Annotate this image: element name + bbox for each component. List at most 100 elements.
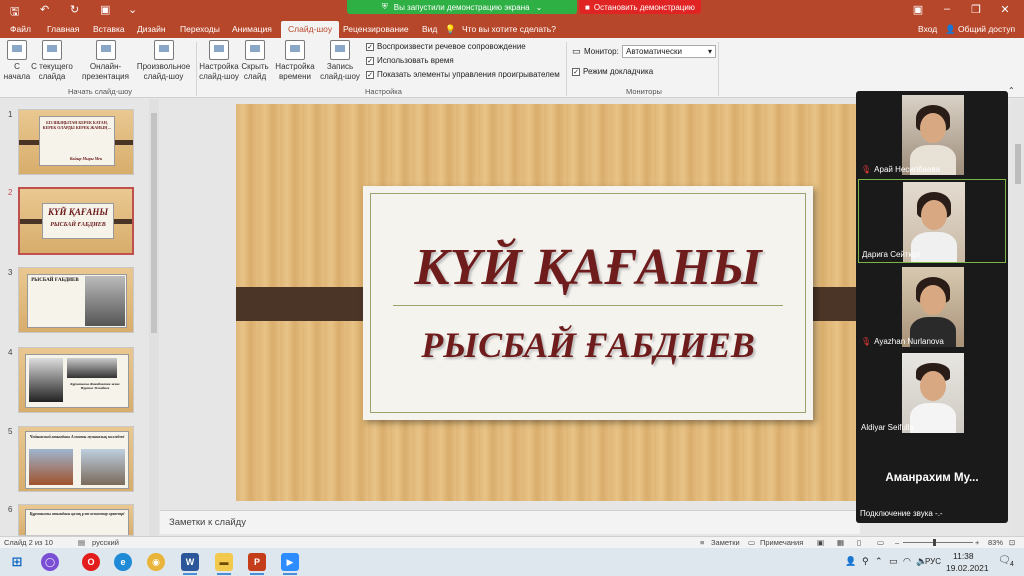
tab-slideshow[interactable]: Слайд-шоу <box>281 21 340 38</box>
chevron-down-icon[interactable]: ⌄ <box>536 3 543 12</box>
slideshow-view-icon[interactable]: ▭ <box>877 538 884 547</box>
slide-thumbnail-2[interactable]: КҮЙ ҚАҒАНЫ РЫСБАЙ ҒАБДИЕВ <box>18 187 134 255</box>
undo-icon[interactable]: ↶ <box>40 3 49 16</box>
monitor-select[interactable]: Автоматически ▾ <box>622 45 716 58</box>
tab-transitions[interactable]: Переходы <box>180 24 220 34</box>
participant-tile[interactable]: 🎙 Арай Несипбаева <box>858 93 1006 177</box>
language-indicator[interactable]: русский <box>92 538 119 547</box>
chevron-down-icon: ▾ <box>707 47 712 56</box>
record-slideshow-button[interactable]: Запись слайд-шоу <box>318 40 362 82</box>
file-explorer-icon[interactable]: ▬ <box>215 553 233 575</box>
custom-slideshow-button[interactable]: Произвольное слайд-шоу <box>135 40 192 82</box>
customize-toolbar-icon[interactable]: ⌄ <box>128 3 137 16</box>
tell-me-input[interactable]: Что вы хотите сделать? <box>462 24 556 34</box>
tab-insert[interactable]: Вставка <box>93 24 125 34</box>
slide-subtitle[interactable]: РЫСБАЙ ҒАБДИЕВ <box>363 324 813 366</box>
play-narration-checkbox[interactable]: ✓ Воспроизвести речевое сопровождение <box>366 42 526 51</box>
thumb-number: 5 <box>8 427 13 436</box>
windows-start-icon[interactable]: ⊞ <box>8 553 26 571</box>
cortana-icon[interactable]: ◯ <box>41 553 59 571</box>
tab-review[interactable]: Рецензирование <box>343 24 409 34</box>
participant-tile[interactable]: 🎙 Ayazhan Nurlanova <box>858 265 1006 349</box>
normal-view-icon[interactable]: ▣ <box>817 538 824 547</box>
word-icon[interactable]: W <box>181 553 199 575</box>
tab-home[interactable]: Главная <box>47 24 79 34</box>
scroll-thumb[interactable] <box>1015 144 1021 184</box>
slide-canvas[interactable]: КҮЙ ҚАҒАНЫ РЫСБАЙ ҒАБДИЕВ <box>236 104 866 501</box>
tab-design[interactable]: Дизайн <box>137 24 166 34</box>
tray-expand-icon[interactable]: ⌃ <box>875 556 883 567</box>
network-icon[interactable]: ◠ <box>903 556 911 567</box>
redo-icon[interactable]: ↻ <box>70 3 79 16</box>
presenter-view-checkbox[interactable]: ✓ Режим докладчика <box>572 67 653 76</box>
slide-thumbnail-5[interactable]: Чайковский атындағы Алматы музыкалық кол… <box>18 426 134 492</box>
online-present-button[interactable]: Онлайн-презентация <box>78 40 133 82</box>
notes-pane[interactable]: Заметки к слайду <box>160 510 860 534</box>
close-button[interactable]: ✕ <box>990 3 1020 16</box>
input-language[interactable]: РУС <box>925 557 941 566</box>
timer-icon <box>285 40 305 60</box>
lightbulb-icon: 💡 <box>445 24 456 34</box>
opera-icon[interactable]: O <box>82 553 100 571</box>
notification-count: 4 <box>1010 561 1014 568</box>
people-icon[interactable]: 👤 <box>845 556 856 567</box>
zoom-in-icon[interactable]: + <box>975 538 979 547</box>
clock-time[interactable]: 11:38 <box>953 551 974 561</box>
rehearse-timings-button[interactable]: Настройка времени <box>273 40 317 82</box>
stop-share-button[interactable]: ■ Остановить демонстрацию <box>579 0 701 14</box>
clock-date[interactable]: 19.02.2021 <box>946 563 989 573</box>
reading-view-icon[interactable]: ▯ <box>857 538 861 547</box>
slide-thumbnail-4[interactable]: Құрманғазы Жиенбаевпен және Нұрғиса Тіле… <box>18 347 134 413</box>
slide-title[interactable]: КҮЙ ҚАҒАНЫ <box>363 238 813 297</box>
share-button[interactable]: Общий доступ <box>958 24 1015 34</box>
zoom-out-icon[interactable]: – <box>895 538 899 547</box>
from-beginning-button[interactable]: С начала <box>3 40 31 82</box>
setup-slideshow-button[interactable]: Настройка слайд-шоу <box>198 40 240 82</box>
powerpoint-icon[interactable]: P <box>248 553 266 575</box>
battery-icon[interactable]: ▭ <box>889 556 898 567</box>
participant-name-no-video[interactable]: Аманрахим Му... <box>856 472 1008 484</box>
collapse-ribbon-icon[interactable]: ⌃ <box>1008 86 1015 95</box>
slide-thumbnail-1[interactable]: БІЗ ШЫҢЫТАН КЕРЕК КАТАН, КЕРЕК ОЛАРДЫ КЕ… <box>18 109 134 175</box>
status-bar: Слайд 2 из 10 ▤ русский ≡ Заметки ▭ Прим… <box>0 536 1024 548</box>
thumb-photo <box>67 358 117 378</box>
signin-link[interactable]: Вход <box>918 24 937 34</box>
share-icon[interactable]: 👤 <box>945 24 956 35</box>
proofing-icon[interactable]: ▤ <box>78 538 85 547</box>
tab-animations[interactable]: Анимация <box>232 24 272 34</box>
tab-view[interactable]: Вид <box>422 24 437 34</box>
zoom-app-icon[interactable]: ▶ <box>281 553 299 575</box>
edge-icon[interactable]: e <box>114 553 132 571</box>
shield-icon: ⛨ <box>381 2 388 11</box>
decor-bar-left <box>236 287 378 321</box>
start-slideshow-icon[interactable]: ▣ <box>100 3 110 16</box>
minimize-button[interactable]: – <box>932 3 962 15</box>
slide-scrollbar[interactable] <box>1012 99 1024 536</box>
notes-toggle[interactable]: Заметки <box>711 538 740 547</box>
fit-slide-icon[interactable]: ⊡ <box>1009 538 1015 547</box>
notification-icon[interactable]: 🗨 <box>998 555 1011 566</box>
use-timings-checkbox[interactable]: ✓ Использовать время <box>366 56 454 65</box>
tab-file[interactable]: Файл <box>10 24 31 34</box>
show-controls-checkbox[interactable]: ✓ Показать элементы управления проигрыват… <box>366 70 560 79</box>
participant-tile-active[interactable]: Дарига Сейтқұл <box>858 179 1006 263</box>
hide-slide-button[interactable]: Скрыть слайд <box>240 40 270 82</box>
participant-tile[interactable]: Aldiyar Seifulla <box>858 351 1006 435</box>
zoom-slider[interactable] <box>903 542 973 543</box>
separator <box>566 42 567 96</box>
chrome-icon[interactable]: ◉ <box>147 553 165 571</box>
restore-button[interactable]: ❐ <box>961 3 991 16</box>
scroll-thumb[interactable] <box>151 113 157 333</box>
zoom-level[interactable]: 83% <box>988 538 1003 547</box>
thumbnail-scrollbar[interactable] <box>149 99 159 536</box>
from-current-button[interactable]: С текущего слайда <box>31 40 73 82</box>
ribbon-display-icon[interactable]: ▣ <box>903 3 933 16</box>
slide-thumbnail-6[interactable]: Құрманғазы атындағы қазақ ұлт-аспаптар о… <box>18 504 134 536</box>
thumb-number: 6 <box>8 505 13 514</box>
slide-sorter-icon[interactable]: ▦ <box>837 538 844 547</box>
participant-video <box>902 267 964 347</box>
zoom-slider-thumb[interactable] <box>933 539 936 546</box>
comments-toggle[interactable]: Примечания <box>760 538 803 547</box>
location-icon[interactable]: ⚲ <box>862 556 869 567</box>
slide-thumbnail-3[interactable]: РЫСБАЙ ҒАБДИЕВ <box>18 267 134 333</box>
